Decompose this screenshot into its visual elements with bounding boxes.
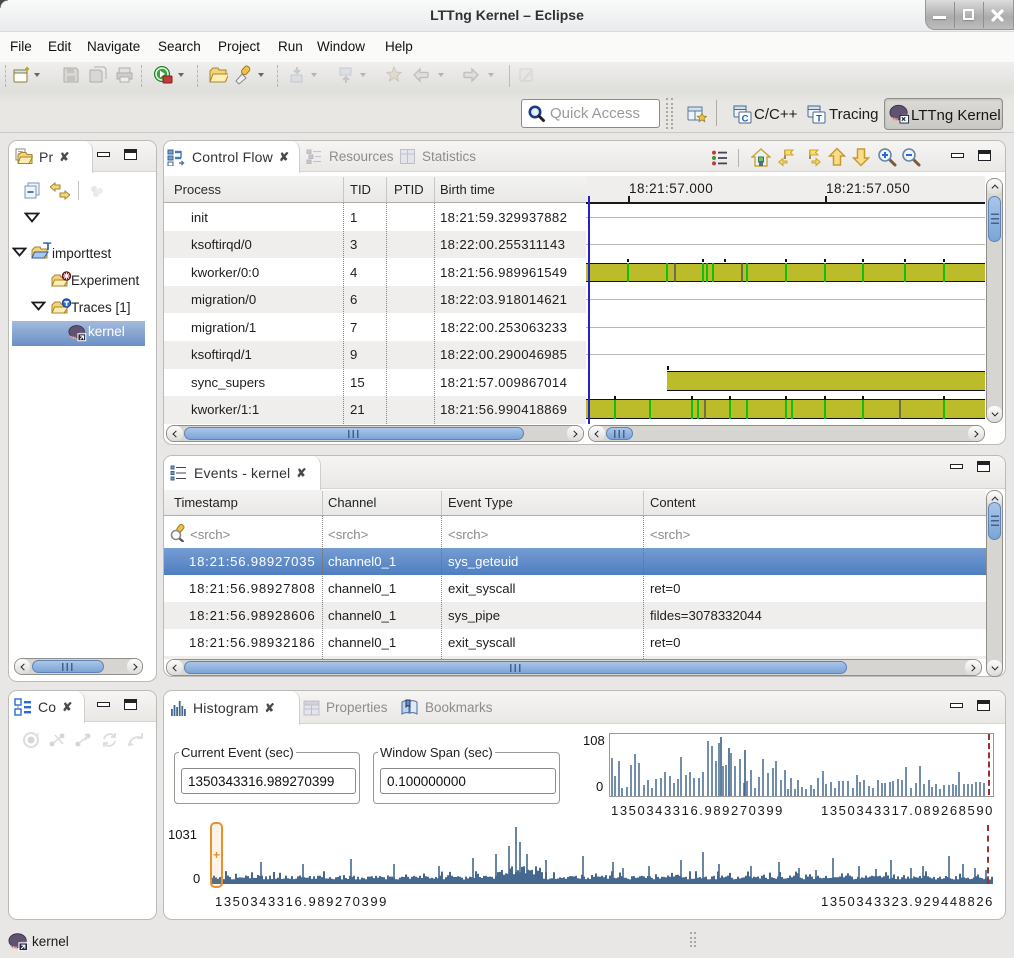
svg-text:C: C <box>742 114 749 125</box>
svg-text:T: T <box>816 114 822 125</box>
